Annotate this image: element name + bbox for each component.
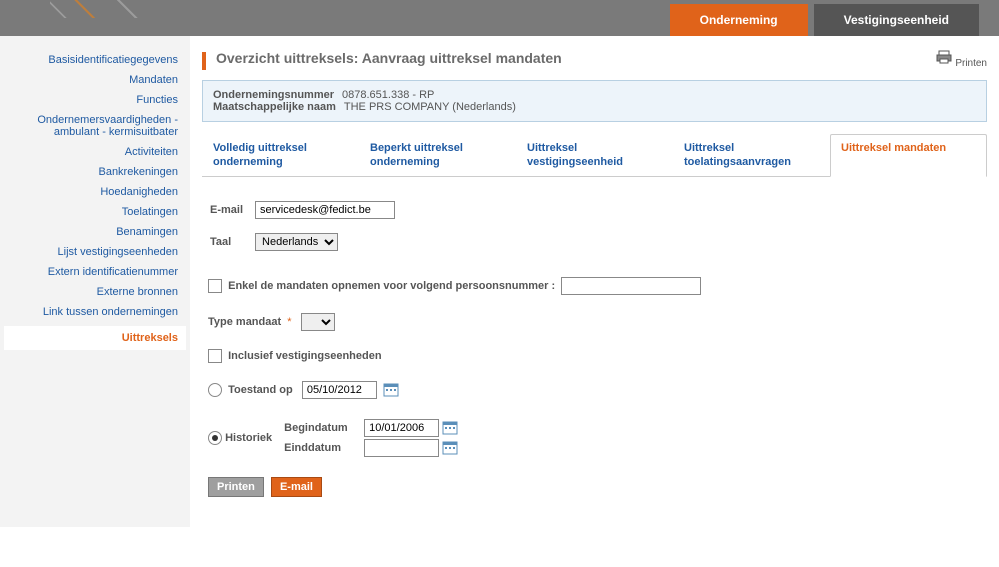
sidebar: Basisidentificatiegegevens Mandaten Func… bbox=[0, 36, 190, 527]
inclusief-vestigingseenheden-label: Inclusief vestigingseenheden bbox=[228, 350, 381, 362]
sidebar-item-lijst-vestigingseenheden[interactable]: Lijst vestigingseenheden bbox=[4, 242, 186, 262]
tab-vestigingseenheid[interactable]: Vestigingseenheid bbox=[814, 4, 979, 36]
page-title: Overzicht uittreksels: Aanvraag uittreks… bbox=[216, 50, 562, 66]
type-mandaat-select[interactable] bbox=[301, 313, 335, 331]
toestand-op-date-input[interactable] bbox=[302, 381, 377, 399]
required-asterisk: * bbox=[284, 316, 291, 328]
toestand-op-radio[interactable] bbox=[208, 383, 222, 397]
top-bar: Onderneming Vestigingseenheid bbox=[0, 0, 999, 36]
sidebar-item-externe-bronnen[interactable]: Externe bronnen bbox=[4, 282, 186, 302]
calendar-icon[interactable] bbox=[442, 440, 458, 456]
form: E-mail Taal Nederlands Enkel de mandaten… bbox=[202, 177, 987, 513]
maatschappelijke-naam-value: THE PRS COMPANY (Nederlands) bbox=[344, 101, 516, 113]
printer-icon bbox=[936, 50, 952, 64]
type-mandaat-label: Type mandaat bbox=[208, 316, 281, 328]
sidebar-item-hoedanigheden[interactable]: Hoedanigheden bbox=[4, 182, 186, 202]
historiek-radio[interactable] bbox=[208, 431, 222, 445]
tab-beperkt-uittreksel-onderneming[interactable]: Beperkt uittreksel onderneming bbox=[359, 134, 516, 176]
sidebar-item-bankrekeningen[interactable]: Bankrekeningen bbox=[4, 162, 186, 182]
einddatum-input[interactable] bbox=[364, 439, 439, 457]
email-button[interactable]: E-mail bbox=[271, 477, 322, 497]
sidebar-item-uittreksels[interactable]: Uittreksels bbox=[4, 326, 186, 350]
ondernemingsnummer-label: Ondernemingsnummer bbox=[213, 89, 334, 101]
tab-onderneming[interactable]: Onderneming bbox=[670, 4, 808, 36]
tab-volledig-uittreksel-onderneming[interactable]: Volledig uittreksel onderneming bbox=[202, 134, 359, 176]
begindatum-label: Begindatum bbox=[284, 422, 364, 434]
maatschappelijke-naam-label: Maatschappelijke naam bbox=[213, 101, 336, 113]
sidebar-item-activiteiten[interactable]: Activiteiten bbox=[4, 142, 186, 162]
content: Overzicht uittreksels: Aanvraag uittreks… bbox=[190, 36, 999, 527]
sidebar-item-extern-identificatienummer[interactable]: Extern identificatienummer bbox=[4, 262, 186, 282]
inclusief-vestigingseenheden-checkbox[interactable] bbox=[208, 349, 222, 363]
sidebar-item-toelatingen[interactable]: Toelatingen bbox=[4, 202, 186, 222]
email-input[interactable] bbox=[255, 201, 395, 219]
persoonsnummer-input[interactable] bbox=[561, 277, 701, 295]
enkel-mandaten-label: Enkel de mandaten opnemen voor volgend p… bbox=[228, 280, 555, 292]
sidebar-item-mandaten[interactable]: Mandaten bbox=[4, 70, 186, 90]
print-label: Printen bbox=[955, 58, 987, 69]
company-info-box: Ondernemingsnummer 0878.651.338 - RP Maa… bbox=[202, 80, 987, 122]
ondernemingsnummer-value: 0878.651.338 - RP bbox=[342, 89, 434, 101]
historiek-label: Historiek bbox=[225, 432, 272, 444]
sidebar-item-link-tussen-ondernemingen[interactable]: Link tussen ondernemingen bbox=[4, 302, 186, 322]
title-accent bbox=[202, 52, 206, 70]
tab-uittreksel-vestigingseenheid[interactable]: Uittreksel vestigingseenheid bbox=[516, 134, 673, 176]
tab-uittreksel-toelatingsaanvragen[interactable]: Uittreksel toelatingsaanvragen bbox=[673, 134, 830, 176]
tab-uittreksel-mandaten[interactable]: Uittreksel mandaten bbox=[830, 134, 987, 177]
einddatum-label: Einddatum bbox=[284, 442, 364, 454]
print-button[interactable]: Printen bbox=[936, 50, 987, 69]
printen-button[interactable]: Printen bbox=[208, 477, 264, 497]
email-label: E-mail bbox=[210, 195, 253, 225]
sidebar-item-benamingen[interactable]: Benamingen bbox=[4, 222, 186, 242]
taal-select[interactable]: Nederlands bbox=[255, 233, 338, 251]
extract-tabs: Volledig uittreksel onderneming Beperkt … bbox=[202, 134, 987, 177]
enkel-mandaten-checkbox[interactable] bbox=[208, 279, 222, 293]
sidebar-item-basisidentificatie[interactable]: Basisidentificatiegegevens bbox=[4, 50, 186, 70]
taal-label: Taal bbox=[210, 227, 253, 257]
toestand-op-label: Toestand op bbox=[228, 384, 293, 396]
top-tabs: Onderneming Vestigingseenheid bbox=[670, 4, 979, 36]
calendar-icon[interactable] bbox=[383, 382, 399, 398]
sidebar-item-ondernemersvaardigheden[interactable]: Ondernemersvaardigheden - ambulant - ker… bbox=[4, 110, 186, 142]
calendar-icon[interactable] bbox=[442, 420, 458, 436]
begindatum-input[interactable] bbox=[364, 419, 439, 437]
sidebar-item-functies[interactable]: Functies bbox=[4, 90, 186, 110]
